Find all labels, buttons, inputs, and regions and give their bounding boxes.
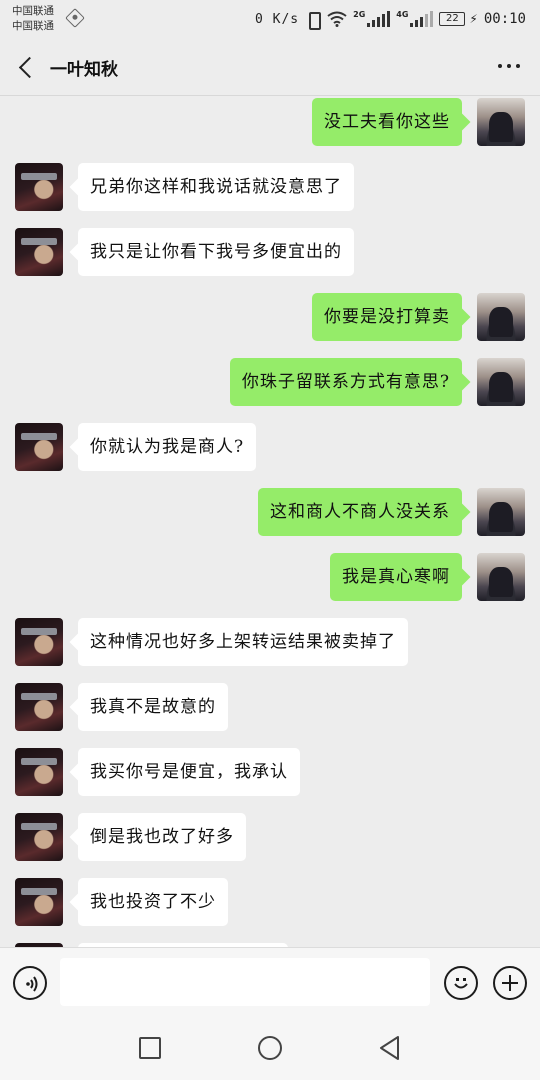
message-text: 我真不是故意的 — [90, 697, 216, 717]
voice-input-icon[interactable] — [13, 966, 47, 1000]
received-message: 倒是我也改了好多 — [0, 812, 540, 862]
message-text: 我是真心寒啊 — [342, 567, 450, 587]
network-speed: 0 K/s — [254, 11, 300, 27]
message-bubble[interactable]: 这和商人不商人没关系 — [258, 488, 462, 536]
message-bubble[interactable]: 兄弟你这样和我说话就没意思了 — [78, 163, 354, 211]
received-message: 这种情况也好多上架转运结果被卖掉了 — [0, 617, 540, 667]
received-message: 我真不是故意的 — [0, 682, 540, 732]
message-bubble[interactable]: 我也投资了不少 — [78, 878, 228, 926]
battery-level: 22 — [446, 13, 459, 24]
message-text: 我只是让你看下我号多便宜出的 — [90, 242, 342, 262]
emoji-icon[interactable] — [444, 966, 478, 1000]
charging-icon: ⚡ — [469, 12, 478, 26]
battery-icon: 22 — [439, 12, 466, 26]
status-bar: 中国联通 中国联通 0 K/s 2G 4G 22 ⚡ 00:10 — [0, 0, 540, 38]
more-options-icon[interactable] — [498, 64, 520, 68]
my-avatar[interactable] — [477, 293, 525, 341]
back-triangle-icon[interactable] — [377, 1035, 403, 1061]
sent-message: 我是真心寒啊 — [0, 552, 540, 602]
contact-avatar[interactable] — [15, 423, 63, 471]
message-bubble[interactable]: 我是真心寒啊 — [330, 553, 462, 601]
hd-call-icon — [65, 8, 85, 28]
contact-avatar[interactable] — [15, 683, 63, 731]
sent-message: 没工夫看你这些 — [0, 97, 540, 147]
carrier-info: 中国联通 中国联通 — [12, 4, 54, 34]
message-text: 你要是没打算卖 — [324, 307, 450, 327]
wifi-icon — [327, 11, 347, 27]
contact-avatar[interactable] — [15, 228, 63, 276]
message-bubble[interactable]: 我只是让你看下我号多便宜出的 — [78, 228, 354, 276]
more-functions-plus-icon[interactable] — [493, 966, 527, 1000]
status-indicators: 0 K/s 2G 4G 22 ⚡ 00:10 — [254, 9, 526, 30]
message-text: 兄弟你这样和我说话就没意思了 — [90, 177, 342, 197]
sent-message: 你要是没打算卖 — [0, 292, 540, 342]
message-bubble[interactable]: 我真不是故意的 — [78, 683, 228, 731]
contact-avatar[interactable] — [15, 618, 63, 666]
my-avatar[interactable] — [477, 553, 525, 601]
message-text: 没工夫看你这些 — [324, 112, 450, 132]
sent-message: 你珠子留联系方式有意思? — [0, 357, 540, 407]
message-text: 你就认为我是商人? — [90, 437, 245, 457]
network-type-2: 4G — [396, 9, 409, 19]
signal-icon-2 — [410, 11, 434, 27]
sent-message: 这和商人不商人没关系 — [0, 487, 540, 537]
message-text: 我买你号是便宜，我承认 — [90, 762, 288, 782]
my-avatar[interactable] — [477, 98, 525, 146]
my-avatar[interactable] — [477, 358, 525, 406]
contact-avatar[interactable] — [15, 163, 63, 211]
recent-apps-square-icon[interactable] — [139, 1037, 161, 1059]
message-bubble[interactable]: 没工夫看你这些 — [312, 98, 462, 146]
received-message: 你就认为我是商人? — [0, 422, 540, 472]
input-bar — [0, 947, 540, 1015]
message-bubble[interactable]: 这种情况也好多上架转运结果被卖掉了 — [78, 618, 408, 666]
network-type-1: 2G — [353, 9, 366, 19]
clock: 00:10 — [483, 11, 526, 27]
message-text: 你珠子留联系方式有意思? — [241, 372, 450, 392]
system-nav-bar — [0, 1015, 540, 1080]
home-circle-icon[interactable] — [258, 1036, 282, 1060]
message-bubble[interactable]: 你要是没打算卖 — [312, 293, 462, 341]
message-text: 我也投资了不少 — [90, 892, 216, 912]
message-bubble[interactable]: 你就认为我是商人? — [78, 423, 257, 471]
carrier-1: 中国联通 — [12, 5, 54, 17]
message-list[interactable]: 没工夫看你这些兄弟你这样和我说话就没意思了 我只是让你看下我号多便宜出的你要是没打… — [0, 96, 540, 947]
signal-icon-1 — [367, 11, 391, 27]
contact-avatar[interactable] — [15, 748, 63, 796]
back-arrow-icon[interactable] — [16, 54, 38, 80]
message-bubble[interactable]: 你珠子留联系方式有意思? — [229, 358, 462, 406]
received-message: 我只是让你看下我号多便宜出的 — [0, 227, 540, 277]
contact-avatar[interactable] — [15, 878, 63, 926]
message-text: 这种情况也好多上架转运结果被卖掉了 — [90, 632, 396, 652]
message-bubble[interactable]: 我买你号是便宜，我承认 — [78, 748, 300, 796]
contact-avatar[interactable] — [15, 813, 63, 861]
received-message: 兄弟你这样和我说话就没意思了 — [0, 162, 540, 212]
message-text: 这和商人不商人没关系 — [270, 502, 450, 522]
chat-title: 一叶知秋 — [50, 60, 118, 80]
message-input[interactable] — [60, 958, 430, 1006]
carrier-2: 中国联通 — [12, 20, 54, 32]
message-text: 倒是我也改了好多 — [90, 827, 234, 847]
chat-header: 一叶知秋 — [0, 38, 540, 96]
my-avatar[interactable] — [477, 488, 525, 536]
vibrate-icon — [305, 11, 322, 30]
received-message: 我买你号是便宜，我承认 — [0, 747, 540, 797]
message-bubble[interactable]: 倒是我也改了好多 — [78, 813, 246, 861]
received-message: 我也投资了不少 — [0, 877, 540, 927]
